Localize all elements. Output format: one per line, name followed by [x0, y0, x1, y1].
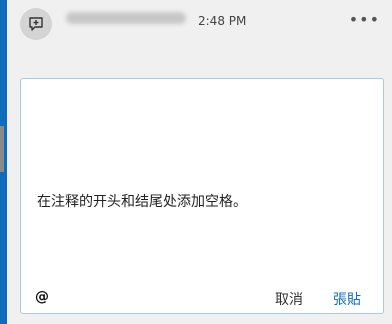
- cancel-button[interactable]: 取消: [275, 289, 303, 309]
- comment-header: 2:48 PM •••: [20, 6, 392, 42]
- left-scroll-handle[interactable]: [0, 126, 4, 172]
- avatar: [20, 8, 52, 40]
- comment-text[interactable]: 在注释的开头和结尾处添加空格。: [37, 191, 367, 211]
- comment-timestamp: 2:48 PM: [198, 14, 247, 28]
- post-button[interactable]: 張貼: [333, 289, 361, 309]
- comment-icon: [29, 17, 43, 31]
- comment-edit-box[interactable]: 在注释的开头和结尾处添加空格。 @ 取消 張貼: [20, 78, 384, 314]
- mention-icon[interactable]: @: [35, 289, 49, 305]
- author-name-redacted: [66, 12, 186, 24]
- more-icon[interactable]: •••: [349, 10, 380, 29]
